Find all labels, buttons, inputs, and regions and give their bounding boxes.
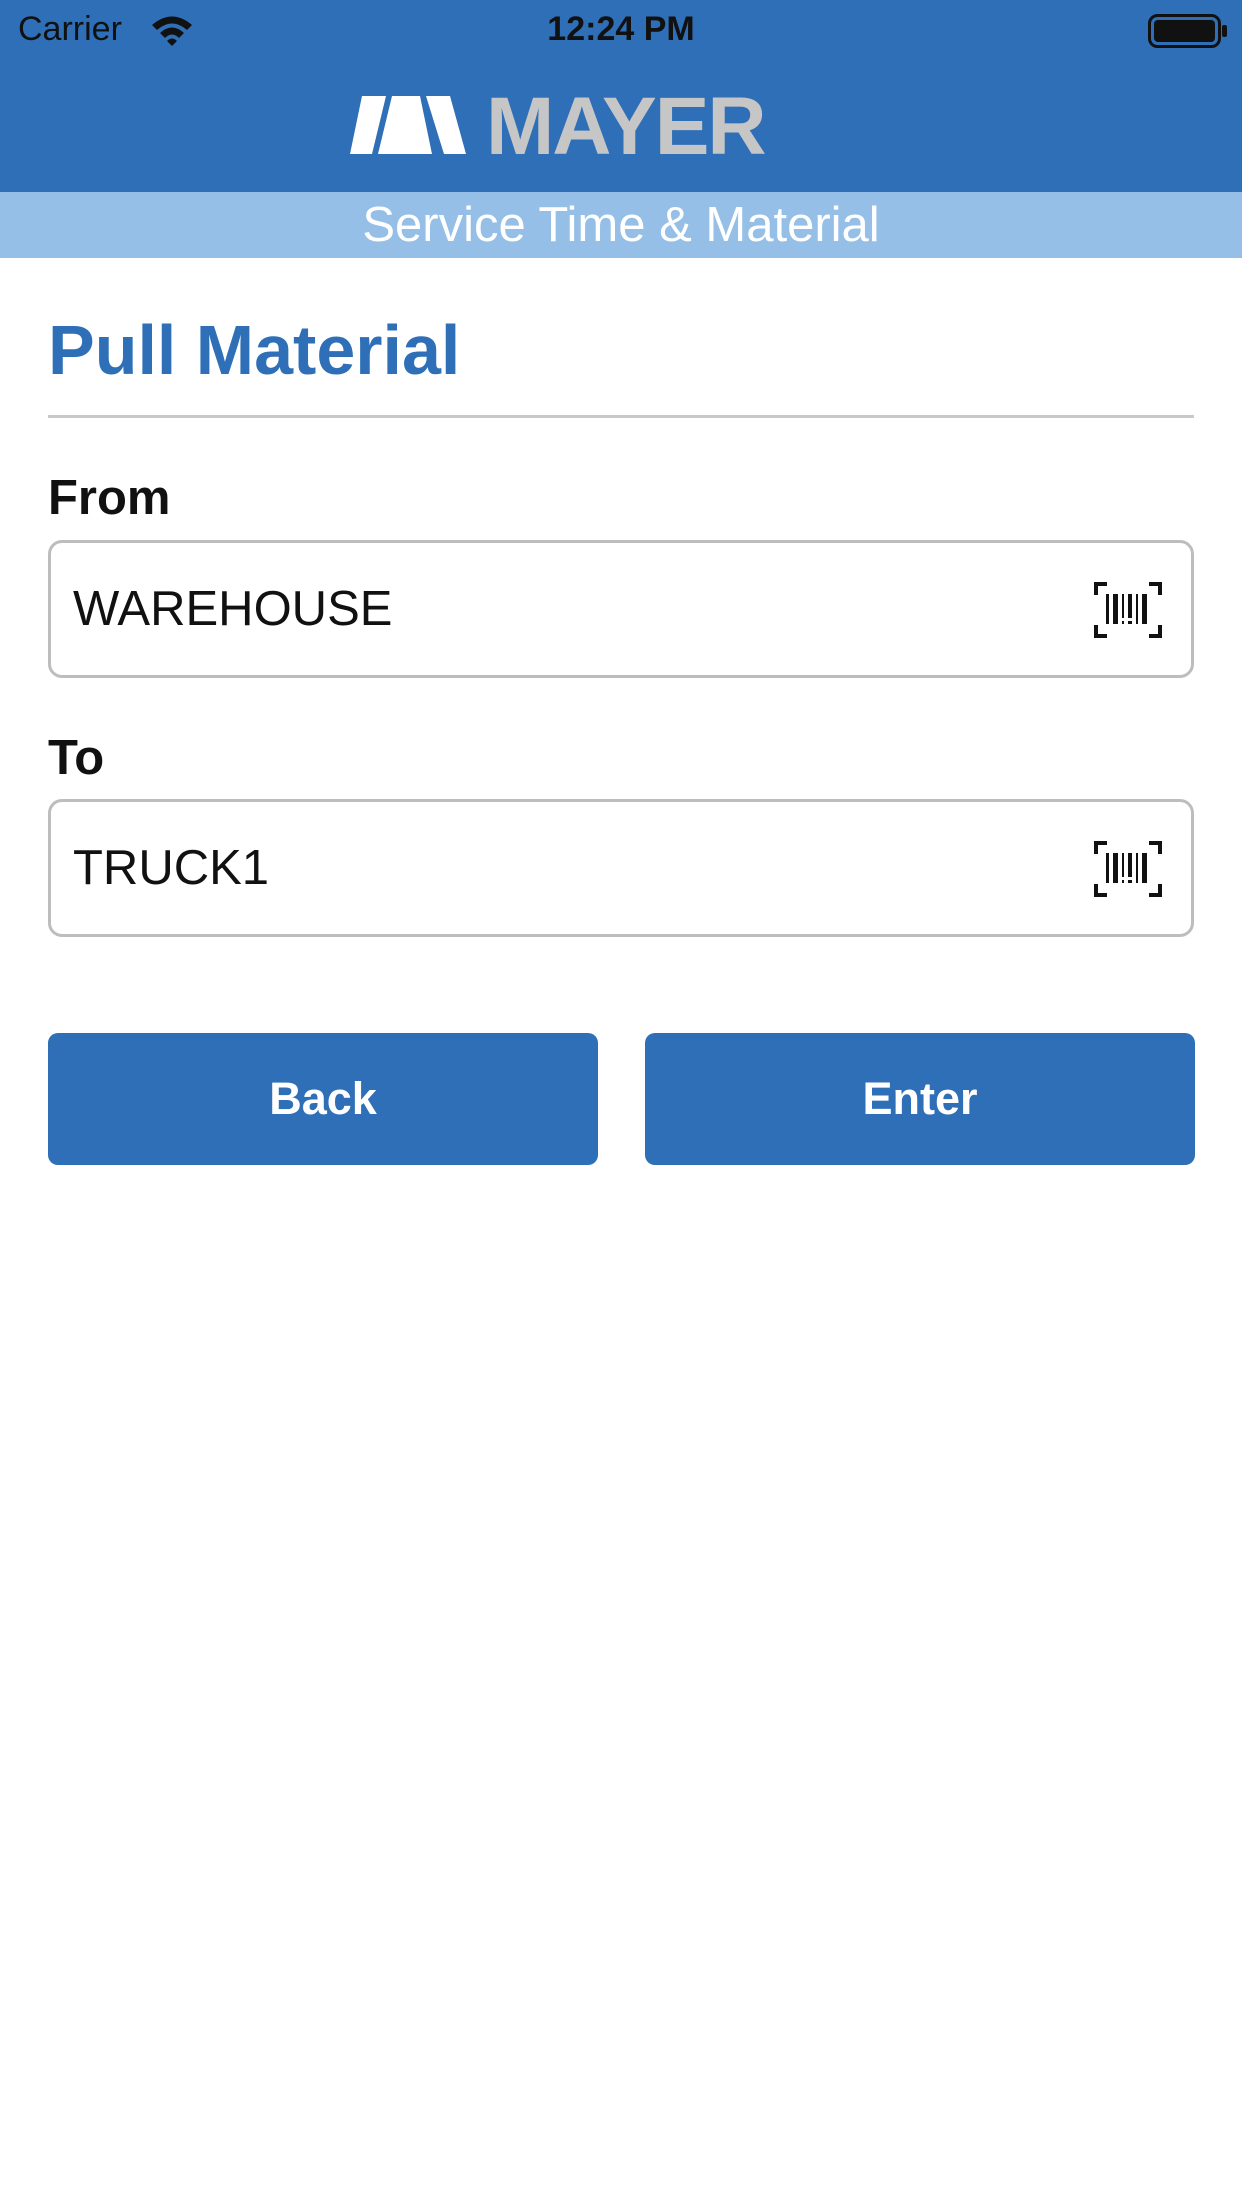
- to-label: To: [48, 731, 105, 785]
- mayer-logo: MAYER: [350, 88, 767, 162]
- battery-icon: [1148, 14, 1227, 48]
- subtitle-band: Service Time & Material: [0, 192, 1242, 258]
- to-field[interactable]: TRUCK1: [48, 799, 1194, 937]
- from-field-value[interactable]: WAREHOUSE: [73, 581, 392, 637]
- status-time: 12:24 PM: [547, 10, 695, 48]
- app-header: Carrier 12:24 PM MAYER: [0, 0, 1242, 192]
- page-title: Pull Material: [48, 311, 461, 389]
- title-divider: [48, 415, 1194, 418]
- back-button[interactable]: Back: [48, 1033, 598, 1165]
- from-field[interactable]: WAREHOUSE: [48, 540, 1194, 678]
- svg-text:MAYER: MAYER: [486, 88, 765, 162]
- app-subtitle: Service Time & Material: [362, 198, 880, 252]
- barcode-scan-icon[interactable]: [1093, 581, 1163, 639]
- enter-button[interactable]: Enter: [645, 1033, 1195, 1165]
- status-bar: Carrier 12:24 PM: [0, 0, 1242, 62]
- barcode-scan-icon[interactable]: [1093, 840, 1163, 898]
- to-field-value[interactable]: TRUCK1: [73, 840, 269, 896]
- from-label: From: [48, 471, 171, 525]
